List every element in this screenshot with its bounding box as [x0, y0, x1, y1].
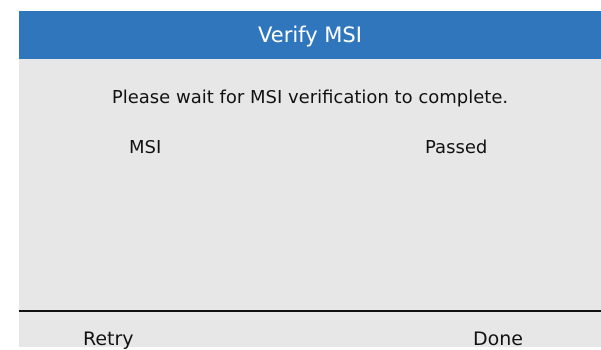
result-label-msi: MSI: [129, 137, 162, 158]
dialog-title: Verify MSI: [258, 23, 362, 47]
title-bar: Verify MSI: [19, 11, 601, 59]
result-status-msi: Passed: [425, 137, 488, 158]
status-message: Please wait for MSI verification to comp…: [111, 87, 509, 108]
softkey-divider: [19, 310, 601, 312]
verify-msi-screen: Verify MSI Please wait for MSI verificat…: [19, 11, 601, 350]
